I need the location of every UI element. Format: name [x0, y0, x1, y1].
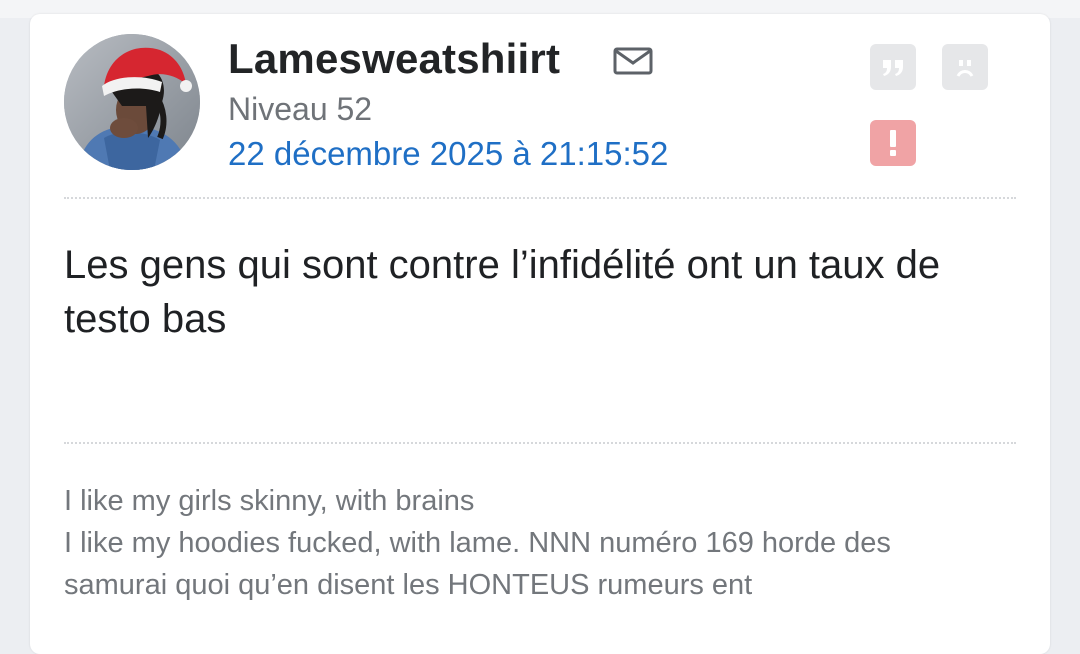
signature-line: samurai quoi qu’en disent les HONTEUS ru…	[64, 569, 753, 601]
sad-face-button[interactable]	[942, 44, 988, 90]
header-divider	[64, 197, 1016, 199]
post-signature: I like my girls skinny, with brains I li…	[64, 480, 1014, 606]
signature-line: I like my hoodies fucked, with lame. NNN…	[64, 527, 891, 559]
quote-icon	[883, 60, 903, 76]
username[interactable]: Lamesweatshiirt	[228, 34, 560, 84]
envelope-icon[interactable]	[612, 44, 654, 78]
post-date-link[interactable]: 22 décembre 2025 à 21:15:52	[228, 134, 668, 174]
sad-face-icon	[956, 60, 974, 77]
post-message: Les gens qui sont contre l’infidélité on…	[64, 243, 941, 341]
user-level: Niveau 52	[228, 91, 373, 127]
signature-line: I like my girls skinny, with brains	[64, 485, 475, 517]
report-button[interactable]	[870, 120, 916, 166]
user-avatar[interactable]	[64, 34, 200, 170]
avatar-image	[64, 34, 200, 170]
quote-button[interactable]	[870, 44, 916, 90]
signature-divider	[64, 442, 1016, 444]
exclamation-icon	[890, 130, 896, 156]
